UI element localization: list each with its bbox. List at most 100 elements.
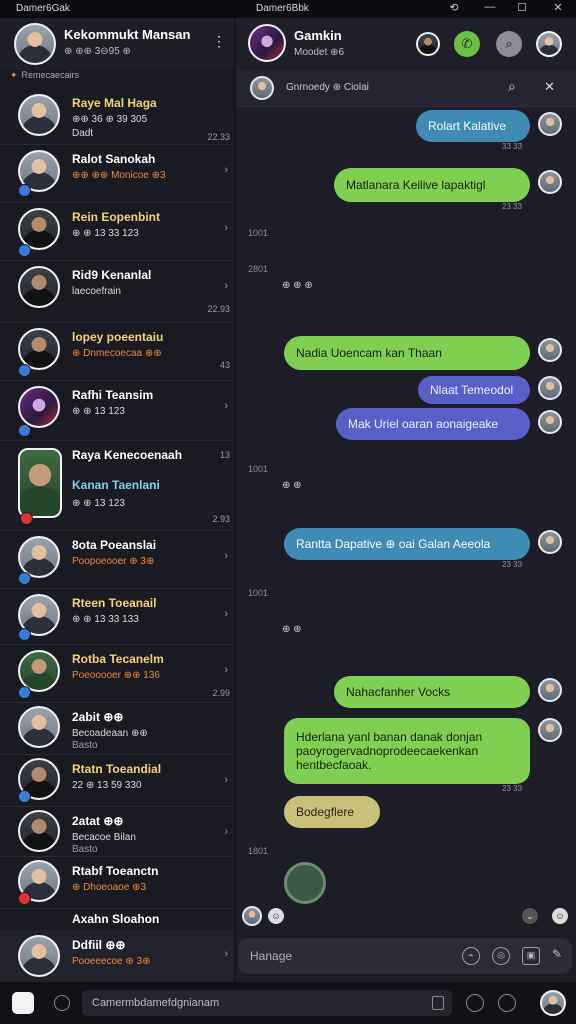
status-badge [18,628,31,641]
message-composer[interactable]: Hanage ⌁ ◎ ▣ ✎ [238,938,572,974]
status-badge [18,572,31,585]
avatar[interactable] [248,24,286,62]
chat-name: lopey poeentaiu [72,330,164,344]
avatar[interactable] [14,23,56,65]
list-item[interactable]: Rotba Tecanelm Poeooooer ⊕⊕ 136 2.99 › [0,644,234,703]
self-status: Pooeeecoe ⊕ 3⊕ [72,956,151,967]
sticker-icon[interactable]: ✎ [548,947,566,965]
chat-name: Kanan Taenlani [72,478,160,492]
list-item[interactable]: 8ota Poeanslai Poopoeooer ⊕ 3⊕ › [0,530,234,589]
maximize-icon[interactable]: ☐ [514,1,530,17]
profile-header[interactable]: Kekommukt Mansan ⊕ ⊕⊕ 3⊖95 ⊕ ⋮ [0,18,234,70]
scroll-down-icon[interactable]: ⌄ [522,908,538,924]
search-icon[interactable]: ⌕ [508,78,516,95]
status-badge [20,512,33,525]
message-time: 23 33 [502,560,523,569]
chat-preview-2: Basto [72,844,98,855]
message-bubble[interactable]: Mak Uriel oaran aonaigeake [336,408,530,440]
avatar[interactable] [536,31,562,57]
list-item[interactable]: lopey poeentaiu ⊕ Dnmecoecaa ⊕⊕ 43 [0,322,234,381]
info-icon[interactable] [498,994,516,1012]
participant-avatar[interactable] [416,32,440,56]
timestamp: 1001 [248,588,269,598]
chat-name: 2atat ⊕⊕ [72,814,124,828]
reaction-row[interactable]: ⊕ ⊕ [282,480,302,491]
message-text: Hderlana yanl banan danak donjan [296,730,483,744]
avatar[interactable] [540,990,566,1016]
clipboard-icon[interactable] [432,996,444,1010]
chevron-right-icon: › [224,222,228,234]
avatar [18,935,60,977]
list-item[interactable]: Axahn Sloahon [0,908,234,930]
avatar [538,170,562,194]
list-item[interactable]: Rteen Toeanail ⊕ ⊕ 13 33 133 › [0,588,234,645]
message-bubble[interactable]: Bodegflere [284,796,380,828]
message-bubble[interactable]: Matlanara Keilive lapaktigl [334,168,530,202]
message-bubble[interactable]: Rolart Kalative [416,110,530,142]
chevron-right-icon: › [224,280,228,292]
chat-preview: ⊕⊕ 36 ⊕ 39 305 [72,114,148,125]
message-bubble[interactable]: Nlaat Temeodol [418,376,530,404]
search-input[interactable]: Camermbdamefdgnianam [92,997,219,1009]
self-profile-bar[interactable]: Ddfiil ⊕⊕ Pooeeecoe ⊕ 3⊕ › [0,930,234,982]
chat-name: 2abit ⊕⊕ [72,710,124,724]
history-icon[interactable]: ⟲ [446,1,462,17]
list-item[interactable]: Rafhi Teansim ⊕ ⊕ 13 123 › [0,380,234,441]
avatar [250,76,274,100]
refresh-icon[interactable] [466,994,484,1012]
close-icon[interactable]: ✕ [550,1,566,17]
list-item[interactable]: 2atat ⊕⊕ Becacoe Bilan Basto › [0,806,234,857]
chat-preview: ⊕ Dnmecoecaa ⊕⊕ [72,348,162,359]
chat-time: 22.93 [207,304,230,314]
voice-message-icon[interactable] [284,862,326,904]
list-item[interactable]: Rtabf Toeanctn ⊕ Dhoeoaoe ⊕3 [0,856,234,909]
minimize-icon[interactable]: — [482,1,498,17]
avatar [538,338,562,362]
app-icon[interactable] [12,992,34,1014]
reaction-row[interactable]: ⊕ ⊕ ⊕ [282,280,313,291]
search-icon[interactable]: ⌕ [496,31,522,57]
message-bubble[interactable]: Nahacfanher Vocks [334,676,530,708]
list-item[interactable]: Rid9 Kenanlal laecoefrain 22.93 › [0,260,234,323]
chat-preview: Poopoeooer ⊕ 3⊕ [72,556,155,567]
emoji-icon[interactable]: ☺ [268,908,284,924]
conversation-title: Gamkin [294,28,342,43]
status-badge [18,790,31,803]
status-badge [18,244,31,257]
reaction-row[interactable]: ⊕ ⊕ [282,624,302,635]
camera-icon[interactable]: ◎ [492,947,510,965]
chat-preview: ⊕ ⊕ 13 33 123 [72,228,139,239]
message-text: Rolart Kalative [428,119,507,133]
list-item[interactable]: Raya Kenecoenaah 13 Kanan Taenlani ⊕ ⊕ 1… [0,440,234,531]
more-options-icon[interactable]: ⋮ [212,33,226,50]
conversation-header: Gamkin Moodet ⊕6 ✆ ⌕ [236,18,576,70]
message-bubble[interactable]: Rantta Dapative ⊕ oai Galan Aeeola [284,528,530,560]
list-item[interactable]: Rein Eopenbint ⊕ ⊕ 13 33 123 › [0,202,234,261]
list-item[interactable]: Ralot Sanokah ⊕⊕ ⊕⊕ Monicoe ⊕3 › [0,144,234,203]
chat-preview: ⊕ Dhoeoaoe ⊕3 [72,882,147,893]
chat-name: Rteen Toeanail [72,596,157,610]
list-item[interactable]: 2abit ⊕⊕ Becoadeaan ⊕⊕ Basto [0,702,234,755]
message-bubble[interactable]: Hderlana yanl banan danak donjan paoyrog… [284,718,530,784]
chevron-right-icon[interactable]: › [224,948,228,960]
emoji-icon[interactable]: ☺ [552,908,568,924]
message-bubble[interactable]: Nadia Uoencam kan Thaan [284,336,530,370]
message-time: 33 33 [502,142,523,151]
avatar [538,410,562,434]
chevron-right-icon: › [224,826,228,838]
list-item[interactable]: Rtatn Toeandial 22 ⊕ 13 59 330 › [0,754,234,807]
chevron-right-icon: › [224,550,228,562]
chat-preview: Becoadeaan ⊕⊕ [72,728,148,739]
message-text: hentbecfaoak. [296,758,372,772]
list-item[interactable]: Raye Mal Haga ⊕⊕ 36 ⊕ 39 305 Dadt 22.33 [0,88,234,145]
settings-icon[interactable] [54,995,70,1011]
chat-preview: ⊕⊕ ⊕⊕ Monicoe ⊕3 [72,170,166,181]
close-icon[interactable]: ✕ [544,79,555,95]
attach-icon[interactable]: ⌁ [462,947,480,965]
call-icon[interactable]: ✆ [454,31,480,57]
message-input[interactable]: Hanage [250,949,292,963]
gallery-icon[interactable]: ▣ [522,947,540,965]
search-bar[interactable]: Camermbdamefdgnianam [82,990,452,1016]
timestamp: 1001 [248,228,269,238]
chat-name: Ralot Sanokah [72,152,156,166]
